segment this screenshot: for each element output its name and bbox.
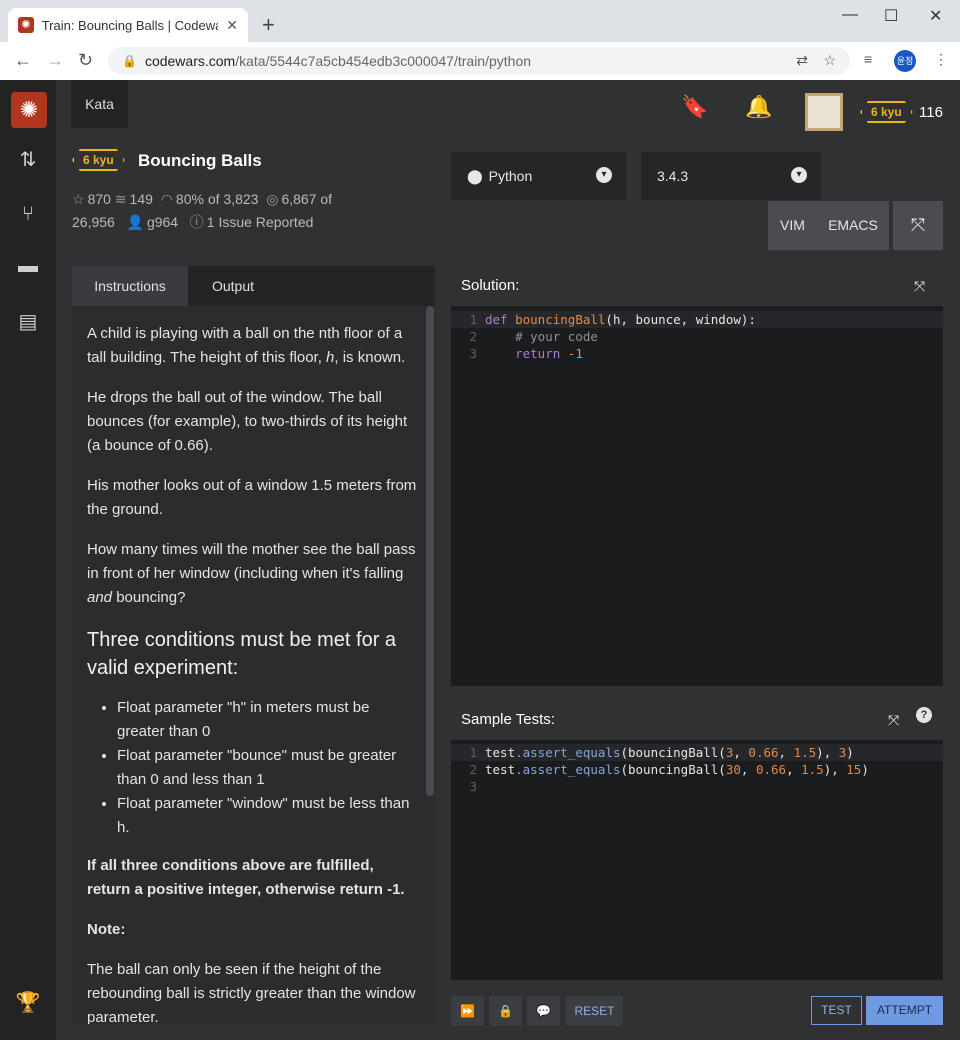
browser-toolbar: ← → ↻ 🔒 codewars.com/kata/5544c7a5cb454e… xyxy=(0,42,960,80)
author-name[interactable]: g964 xyxy=(147,214,178,230)
language-select[interactable]: ⬤ Python ▾ xyxy=(451,152,626,200)
sample-tests-editor[interactable]: 1 test.assert_equals(bouncingBall(3, 0.66… xyxy=(451,740,943,980)
version-select[interactable]: 3.4.3 ▾ xyxy=(641,152,821,200)
instructions-panel: Instructions Output A child is playing w… xyxy=(72,266,435,1024)
discuss-icon[interactable]: ▬ xyxy=(12,250,44,282)
fast-forward-icon[interactable]: ⏩ xyxy=(451,996,484,1026)
attempt-button[interactable]: ATTEMPT xyxy=(866,996,943,1025)
completed-icon: ◎ xyxy=(266,191,279,207)
instructions-scrollbar[interactable] xyxy=(426,306,434,796)
window-close-icon[interactable]: ✕ xyxy=(929,6,942,26)
python-icon: ⬤ xyxy=(467,167,483,184)
user-rank-badge: 6 kyu xyxy=(860,101,913,123)
list-item: Float parameter "h" in meters must be gr… xyxy=(117,696,417,744)
kata-stats: ☆ 870 ≋ 149 ◠ 80% of 3,823 ◎ 6,867 of 26,956… xyxy=(72,188,372,234)
fullscreen-icon[interactable]: ⤧ xyxy=(893,201,943,250)
completed-count: 6,867 xyxy=(281,191,317,207)
url-host: codewars.com xyxy=(144,53,236,69)
media-icon[interactable]: ≡ xyxy=(864,51,872,67)
honor-count: 116 xyxy=(919,104,943,121)
code-line: 1 test.assert_equals(bouncingBall(3, 0.66… xyxy=(451,744,943,761)
satisfaction-votes: of 3,823 xyxy=(207,191,259,207)
fork-icon[interactable]: ⑂ xyxy=(12,198,44,230)
description-paragraph: The ball can only be seen if the height … xyxy=(87,961,416,1024)
lock-icon: 🔒 xyxy=(122,54,137,68)
docs-icon[interactable]: ▤ xyxy=(12,306,44,338)
user-avatar[interactable] xyxy=(805,93,843,131)
note-heading: Note: xyxy=(87,921,126,938)
description-paragraph: How many times will the mother see the b… xyxy=(87,541,416,606)
codewars-logo-icon[interactable]: ✺ xyxy=(11,92,47,128)
description-paragraph: If all three conditions above are fulfil… xyxy=(87,857,405,898)
browser-chrome: ✺ Train: Bouncing Balls | Codewars ✕ + —… xyxy=(0,0,960,80)
completed-of: of xyxy=(320,191,333,207)
chevron-down-icon: ▾ xyxy=(596,167,612,183)
address-bar[interactable]: 🔒 codewars.com/kata/5544c7a5cb454edb3c00… xyxy=(108,47,850,75)
version-label: 3.4.3 xyxy=(657,168,689,184)
attempts-count: 26,956 xyxy=(72,214,115,230)
collections-icon: ≋ xyxy=(114,191,127,207)
trophy-icon[interactable]: 🏆 xyxy=(12,987,44,1019)
expand-icon[interactable]: ⤧ xyxy=(888,712,899,729)
issue-icon: ⓘ xyxy=(189,214,204,230)
back-icon[interactable]: ← xyxy=(14,50,32,71)
forward-icon[interactable]: → xyxy=(46,50,64,71)
satisfaction-rating: 80% xyxy=(175,191,204,207)
emacs-mode-button[interactable]: EMACS xyxy=(817,201,889,250)
lock-icon[interactable]: 🔒 xyxy=(489,996,522,1026)
author-icon: 👤 xyxy=(126,214,144,230)
bookmark-star-icon[interactable]: ☆ xyxy=(823,52,836,69)
code-line: 1 def bouncingBall(h, bounce, window): xyxy=(451,311,943,328)
test-button[interactable]: TEST xyxy=(811,996,862,1025)
code-line: 2 test.assert_equals(bouncingBall(30, 0.6… xyxy=(469,762,869,777)
collections-count: 149 xyxy=(129,191,153,207)
codewars-favicon-icon: ✺ xyxy=(18,17,34,33)
list-item: Float parameter "bounce" must be greater… xyxy=(117,744,417,792)
stars-count: 870 xyxy=(87,191,111,207)
conditions-heading: Three conditions must be met for a valid… xyxy=(87,629,397,679)
code-line: 3 return -1 xyxy=(469,346,583,361)
description-paragraph: His mother looks out of a window 1.5 met… xyxy=(87,477,417,518)
satisfaction-icon: ◠ xyxy=(160,191,173,207)
kata-rank-badge: 6 kyu xyxy=(72,149,125,171)
chat-icon[interactable]: 💬 xyxy=(527,996,560,1026)
language-label: Python xyxy=(488,168,533,184)
bookmark-icon[interactable]: 🔖 xyxy=(681,94,708,120)
translate-icon[interactable]: ⇄ xyxy=(796,52,808,69)
tab-instructions[interactable]: Instructions xyxy=(72,266,188,306)
description-paragraph: He drops the ball out of the window. The… xyxy=(87,389,408,454)
notifications-bell-icon[interactable]: 🔔 xyxy=(745,94,772,120)
practice-icon[interactable]: ⇅ xyxy=(12,144,44,176)
close-tab-icon[interactable]: ✕ xyxy=(226,17,238,34)
tab-output[interactable]: Output xyxy=(188,266,278,306)
code-line: 3 xyxy=(469,779,477,794)
new-tab-icon[interactable]: + xyxy=(262,12,275,38)
maximize-icon[interactable]: ☐ xyxy=(884,6,898,26)
conditions-list: Float parameter "h" in meters must be gr… xyxy=(117,696,417,840)
solution-editor[interactable]: 1 def bouncingBall(h, bounce, window): 2 … xyxy=(451,306,943,686)
solution-header: Solution: xyxy=(451,266,943,306)
profile-avatar[interactable]: 윤정 xyxy=(894,50,916,72)
star-icon: ☆ xyxy=(72,191,85,207)
browser-tab-title: Train: Bouncing Balls | Codewars xyxy=(41,17,219,33)
kata-description: A child is playing with a ball on the nt… xyxy=(87,322,417,1024)
menu-kebab-icon[interactable]: ⋮ xyxy=(934,51,948,68)
issues-link[interactable]: 1 Issue Reported xyxy=(207,214,314,230)
url-path: /kata/5544c7a5cb454edb3c000047/train/pyt… xyxy=(235,53,532,69)
instructions-tabs: Instructions Output xyxy=(72,266,435,306)
code-line: 2 # your code xyxy=(469,329,598,344)
sample-tests-header: Sample Tests: xyxy=(451,700,943,740)
kata-title: Bouncing Balls xyxy=(138,151,262,170)
description-paragraph: A child is playing with a ball on the nt… xyxy=(87,325,406,366)
vim-mode-button[interactable]: VIM xyxy=(768,201,817,250)
chevron-down-icon: ▾ xyxy=(791,167,807,183)
minimize-icon[interactable]: — xyxy=(842,6,858,24)
kata-nav-button[interactable]: Kata xyxy=(71,80,128,128)
reload-icon[interactable]: ↻ xyxy=(78,50,93,71)
help-icon[interactable]: ? xyxy=(916,707,932,723)
reset-button[interactable]: RESET xyxy=(566,996,623,1026)
list-item: Float parameter "window" must be less th… xyxy=(117,792,417,840)
expand-icon[interactable]: ⤧ xyxy=(914,278,925,295)
browser-tab[interactable]: ✺ Train: Bouncing Balls | Codewars ✕ xyxy=(8,8,248,42)
